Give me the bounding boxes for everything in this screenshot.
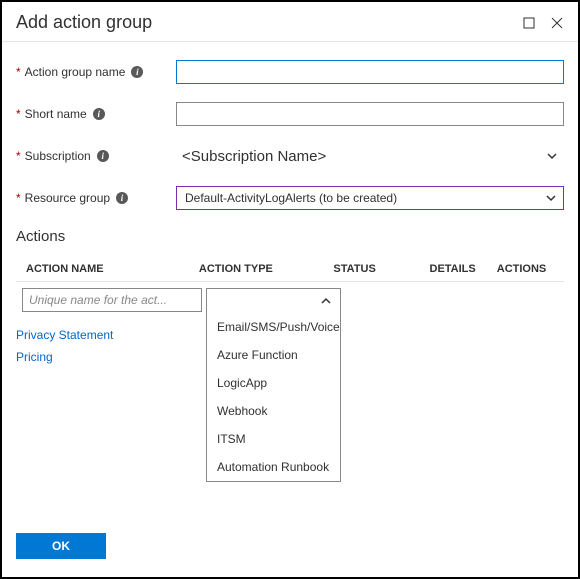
action-name-input[interactable] — [22, 288, 202, 312]
row-action-group-name: * Action group name i — [16, 60, 564, 84]
table-row: Email/SMS/Push/Voice Azure Function Logi… — [16, 282, 564, 320]
label-text: Resource group — [25, 191, 110, 205]
info-icon[interactable]: i — [131, 66, 143, 78]
chevron-down-icon — [546, 150, 558, 162]
dropdown-item[interactable]: LogicApp — [207, 369, 340, 397]
label-short-name: * Short name i — [16, 107, 176, 121]
dropdown-menu: Email/SMS/Push/Voice Azure Function Logi… — [206, 313, 341, 482]
col-header-name: ACTION NAME — [16, 263, 199, 275]
action-group-name-input[interactable] — [176, 60, 564, 84]
actions-table-header: ACTION NAME ACTION TYPE STATUS DETAILS A… — [16, 257, 564, 282]
label-text: Subscription — [25, 149, 91, 163]
required-marker: * — [16, 107, 21, 121]
resource-group-value: Default-ActivityLogAlerts (to be created… — [185, 191, 397, 205]
cell-action-name — [16, 288, 206, 312]
close-icon[interactable] — [550, 16, 564, 30]
ok-button[interactable]: OK — [16, 533, 106, 559]
row-resource-group: * Resource group i Default-ActivityLogAl… — [16, 186, 564, 210]
maximize-icon[interactable] — [522, 16, 536, 30]
label-text: Action group name — [25, 65, 126, 79]
info-icon[interactable]: i — [93, 108, 105, 120]
action-type-dropdown[interactable]: Email/SMS/Push/Voice Azure Function Logi… — [206, 288, 341, 314]
label-subscription: * Subscription i — [16, 149, 176, 163]
label-action-group-name: * Action group name i — [16, 65, 176, 79]
col-header-status: STATUS — [333, 263, 429, 275]
col-header-actions: ACTIONS — [497, 263, 564, 275]
dialog-title: Add action group — [16, 12, 522, 33]
dialog-footer: OK — [2, 515, 578, 577]
row-short-name: * Short name i — [16, 102, 564, 126]
label-resource-group: * Resource group i — [16, 191, 176, 205]
dropdown-head[interactable] — [207, 289, 340, 313]
info-icon[interactable]: i — [116, 192, 128, 204]
short-name-input[interactable] — [176, 102, 564, 126]
actions-heading: Actions — [16, 228, 564, 245]
titlebar: Add action group — [2, 2, 578, 42]
subscription-select[interactable]: <Subscription Name> — [176, 144, 564, 168]
info-icon[interactable]: i — [97, 150, 109, 162]
add-action-group-dialog: Add action group * Action group name i *… — [0, 0, 580, 579]
subscription-value: <Subscription Name> — [182, 148, 326, 165]
actions-table: ACTION NAME ACTION TYPE STATUS DETAILS A… — [16, 257, 564, 320]
dropdown-item[interactable]: Automation Runbook — [207, 453, 340, 481]
required-marker: * — [16, 191, 21, 205]
col-header-type: ACTION TYPE — [199, 263, 334, 275]
required-marker: * — [16, 149, 21, 163]
row-subscription: * Subscription i <Subscription Name> — [16, 144, 564, 168]
required-marker: * — [16, 65, 21, 79]
chevron-down-icon — [545, 192, 557, 204]
dropdown-item[interactable]: Email/SMS/Push/Voice — [207, 313, 340, 341]
dialog-content: * Action group name i * Short name i * S… — [2, 42, 578, 515]
resource-group-select[interactable]: Default-ActivityLogAlerts (to be created… — [176, 186, 564, 210]
dropdown-item[interactable]: ITSM — [207, 425, 340, 453]
window-buttons — [522, 16, 564, 30]
cell-action-type: Email/SMS/Push/Voice Azure Function Logi… — [206, 288, 346, 314]
chevron-up-icon — [320, 295, 332, 307]
label-text: Short name — [25, 107, 87, 121]
dropdown-item[interactable]: Azure Function — [207, 341, 340, 369]
col-header-details: DETAILS — [430, 263, 497, 275]
dropdown-item[interactable]: Webhook — [207, 397, 340, 425]
